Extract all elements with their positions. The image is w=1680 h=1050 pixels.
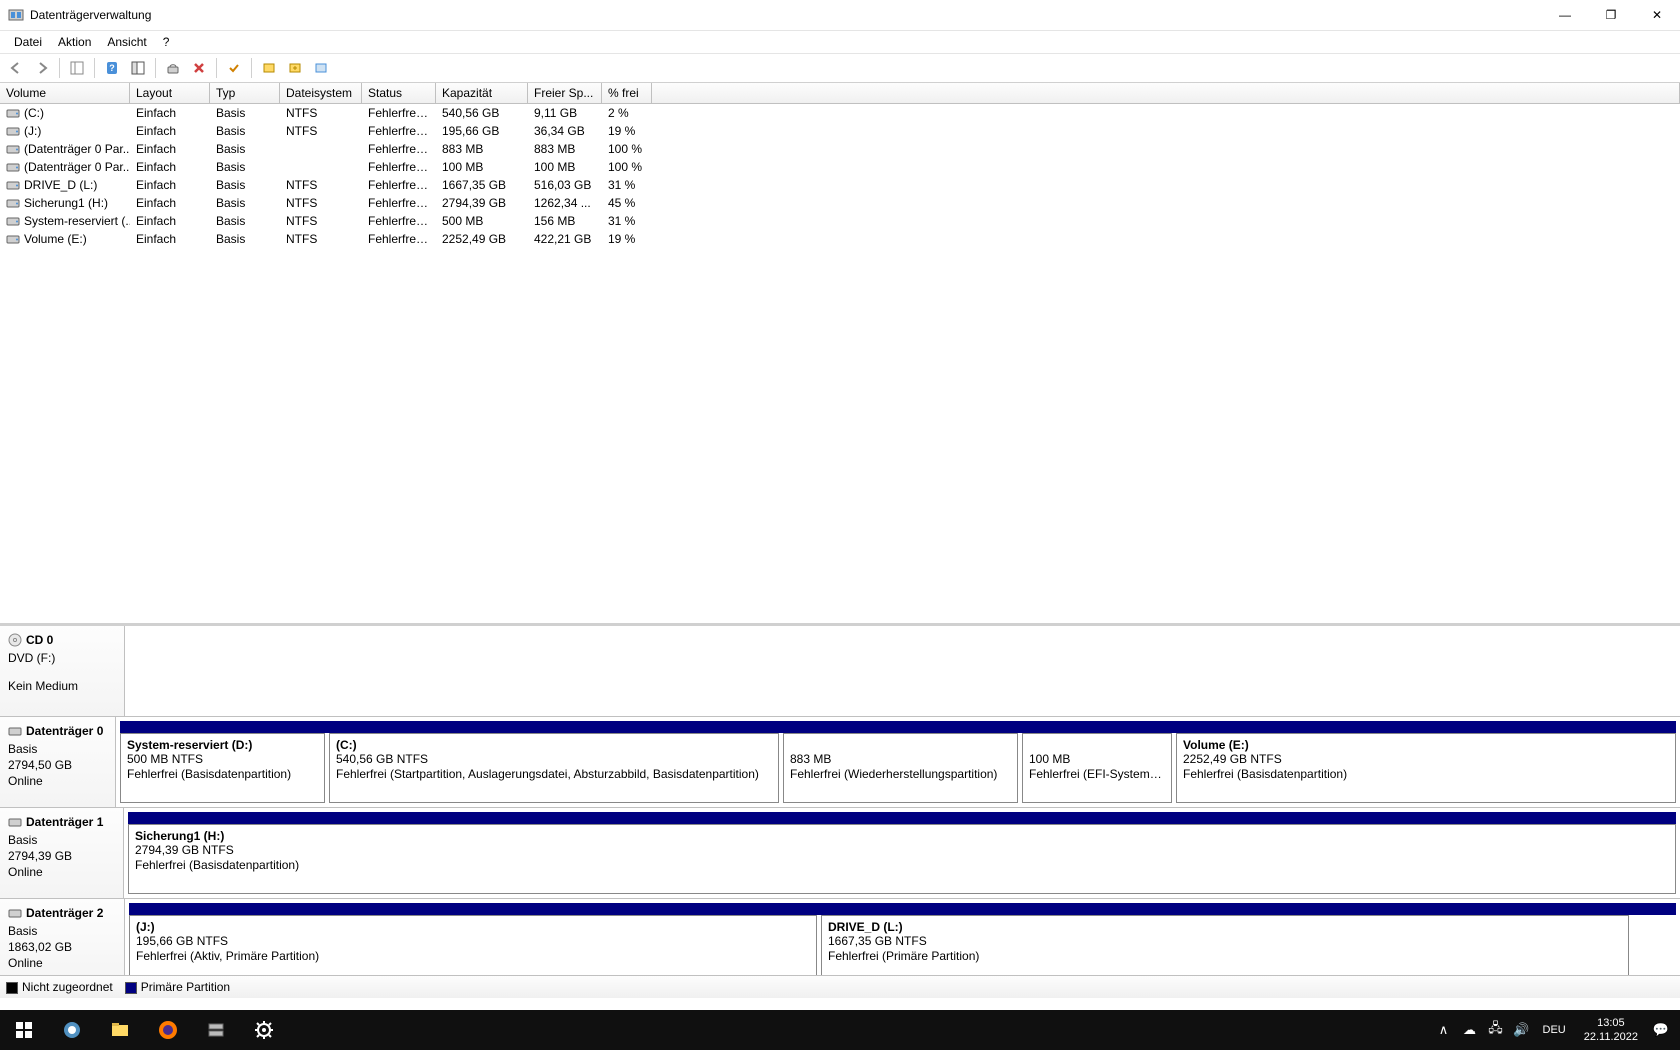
menubar: Datei Aktion Ansicht ? xyxy=(0,31,1680,54)
start-button[interactable] xyxy=(0,1010,48,1050)
show-hide-button[interactable] xyxy=(65,56,89,80)
help-icon[interactable]: ? xyxy=(100,56,124,80)
taskbar-firefox[interactable] xyxy=(144,1010,192,1050)
drive-icon xyxy=(6,197,20,209)
col-volume[interactable]: Volume xyxy=(0,83,130,103)
volume-row[interactable]: (Datenträger 0 Par...EinfachBasisFehlerf… xyxy=(0,158,1680,176)
drive-icon xyxy=(6,161,20,173)
menu-datei[interactable]: Datei xyxy=(6,33,50,51)
disk-row[interactable]: Datenträger 2Basis1863,02 GBOnline (J:)1… xyxy=(0,899,1680,975)
disk-icon xyxy=(8,907,22,919)
legend: Nicht zugeordnet Primäre Partition xyxy=(0,975,1680,998)
disk-icon xyxy=(8,816,22,828)
tray-onedrive-icon[interactable]: ☁ xyxy=(1459,1010,1481,1050)
disk-row[interactable]: Datenträger 0Basis2794,50 GBOnlineSystem… xyxy=(0,717,1680,808)
partition[interactable]: DRIVE_D (L:)1667,35 GB NTFSFehlerfrei (P… xyxy=(821,915,1629,975)
tb-icon-b[interactable] xyxy=(283,56,307,80)
menu-ansicht[interactable]: Ansicht xyxy=(99,33,154,51)
partition[interactable]: System-reserviert (D:)500 MB NTFSFehlerf… xyxy=(120,733,325,803)
legend-primary: Primäre Partition xyxy=(141,980,230,994)
partition[interactable]: (J:)195,66 GB NTFSFehlerfrei (Aktiv, Pri… xyxy=(129,915,817,975)
disk-pane[interactable]: CD 0DVD (F:)Kein MediumDatenträger 0Basi… xyxy=(0,625,1680,975)
volume-row[interactable]: Volume (E:)EinfachBasisNTFSFehlerfrei (.… xyxy=(0,230,1680,248)
tray-sound-icon[interactable]: 🔊 xyxy=(1511,1010,1533,1050)
tray-notifications-icon[interactable]: 💬 xyxy=(1650,1010,1672,1050)
col-kapazitaet[interactable]: Kapazität xyxy=(436,83,528,103)
tray-chevron-icon[interactable]: ∧ xyxy=(1433,1010,1455,1050)
col-typ[interactable]: Typ xyxy=(210,83,280,103)
partition[interactable]: 100 MBFehlerfrei (EFI-Systempartit xyxy=(1022,733,1172,803)
refresh-button[interactable] xyxy=(126,56,150,80)
menu-help[interactable]: ? xyxy=(155,33,178,51)
volume-header: Volume Layout Typ Dateisystem Status Kap… xyxy=(0,83,1680,104)
menu-aktion[interactable]: Aktion xyxy=(50,33,99,51)
svg-text:?: ? xyxy=(109,63,115,73)
drive-icon xyxy=(6,143,20,155)
volume-row[interactable]: (Datenträger 0 Par...EinfachBasisFehlerf… xyxy=(0,140,1680,158)
col-dateisystem[interactable]: Dateisystem xyxy=(280,83,362,103)
volume-row[interactable]: Sicherung1 (H:)EinfachBasisNTFSFehlerfre… xyxy=(0,194,1680,212)
volume-row[interactable]: (J:)EinfachBasisNTFSFehlerfrei (...195,6… xyxy=(0,122,1680,140)
partition[interactable]: (C:)540,56 GB NTFSFehlerfrei (Startparti… xyxy=(329,733,779,803)
drive-icon xyxy=(6,233,20,245)
cd-icon xyxy=(8,633,22,647)
close-button[interactable]: ✕ xyxy=(1634,0,1680,30)
col-layout[interactable]: Layout xyxy=(130,83,210,103)
maximize-button[interactable]: ❐ xyxy=(1588,0,1634,30)
app-icon xyxy=(8,7,24,23)
back-button[interactable] xyxy=(4,56,28,80)
partition[interactable]: Volume (E:)2252,49 GB NTFSFehlerfrei (Ba… xyxy=(1176,733,1676,803)
delete-button[interactable] xyxy=(187,56,211,80)
drive-icon xyxy=(6,215,20,227)
tb-icon-c[interactable] xyxy=(309,56,333,80)
drive-icon xyxy=(6,179,20,191)
volume-row[interactable]: System-reserviert (...EinfachBasisNTFSFe… xyxy=(0,212,1680,230)
col-freier[interactable]: Freier Sp... xyxy=(528,83,602,103)
tray-clock[interactable]: 13:05 22.11.2022 xyxy=(1576,1016,1646,1044)
col-status[interactable]: Status xyxy=(362,83,436,103)
window-title: Datenträgerverwaltung xyxy=(30,8,1542,22)
col-pct[interactable]: % frei xyxy=(602,83,652,103)
legend-unalloc: Nicht zugeordnet xyxy=(22,980,113,994)
forward-button[interactable] xyxy=(30,56,54,80)
toolbar: ? xyxy=(0,54,1680,83)
drive-icon xyxy=(6,125,20,137)
partition[interactable]: Sicherung1 (H:)2794,39 GB NTFSFehlerfrei… xyxy=(128,824,1676,894)
properties-button[interactable] xyxy=(161,56,185,80)
volume-row[interactable]: (C:)EinfachBasisNTFSFehlerfrei (...540,5… xyxy=(0,104,1680,122)
check-button[interactable] xyxy=(222,56,246,80)
taskbar: ∧ ☁ 🖧 🔊 DEU 13:05 22.11.2022 💬 xyxy=(0,1010,1680,1050)
volume-list[interactable]: Volume Layout Typ Dateisystem Status Kap… xyxy=(0,83,1680,625)
titlebar: Datenträgerverwaltung — ❐ ✕ xyxy=(0,0,1680,31)
partition[interactable]: 883 MBFehlerfrei (Wiederherstellungspart… xyxy=(783,733,1018,803)
tb-icon-a[interactable] xyxy=(257,56,281,80)
taskbar-app-1[interactable] xyxy=(48,1010,96,1050)
taskbar-diskmgmt[interactable] xyxy=(192,1010,240,1050)
drive-icon xyxy=(6,107,20,119)
tray-lang[interactable]: DEU xyxy=(1537,1024,1572,1036)
volume-row[interactable]: DRIVE_D (L:)EinfachBasisNTFSFehlerfrei (… xyxy=(0,176,1680,194)
disk-row[interactable]: Datenträger 1Basis2794,39 GBOnlineSicher… xyxy=(0,808,1680,899)
minimize-button[interactable]: — xyxy=(1542,0,1588,30)
disk-icon xyxy=(8,725,22,737)
taskbar-settings[interactable] xyxy=(240,1010,288,1050)
tray-network-icon[interactable]: 🖧 xyxy=(1485,1010,1507,1050)
disk-row-cd[interactable]: CD 0DVD (F:)Kein Medium xyxy=(0,626,1680,717)
taskbar-explorer[interactable] xyxy=(96,1010,144,1050)
